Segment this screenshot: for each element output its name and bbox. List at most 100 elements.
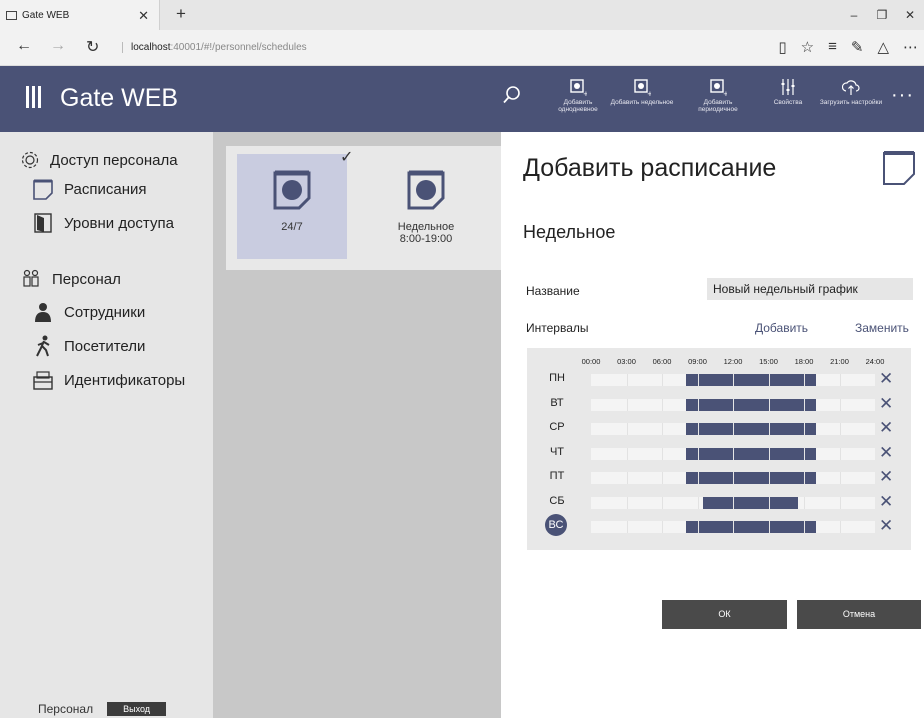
sidebar-item-identifiers[interactable]: Идентификаторы [32,369,185,391]
day-label[interactable]: ВТ [545,397,569,409]
day-timeline[interactable] [591,496,875,509]
interval-divider [804,472,805,484]
interval-bar[interactable] [685,398,816,411]
url-host: localhost [131,42,171,53]
interval-bar[interactable] [685,447,816,460]
remove-interval-icon[interactable]: ✕ [879,468,893,485]
schedule-card-weekly[interactable]: Недельное 8:00-19:00 [371,154,481,259]
window-close-icon[interactable]: ✕ [896,0,924,30]
day-label[interactable]: СБ [545,495,569,507]
url-field[interactable]: localhost:40001/#!/personnel/schedules [122,42,307,53]
search-icon[interactable] [503,86,521,104]
sidebar-item-schedules[interactable]: Расписания [32,178,146,200]
remove-interval-icon[interactable]: ✕ [879,493,893,510]
interval-divider [697,398,699,411]
tab-close-icon[interactable]: ✕ [138,8,149,24]
sidebar-section-access[interactable]: Доступ персонала [20,150,178,170]
day-label[interactable]: ВС [545,514,567,536]
schedule-card-name: 24/7 [281,221,303,233]
sidebar-item-access-levels[interactable]: Уровни доступа [32,212,174,234]
remove-interval-icon[interactable]: ✕ [879,395,893,412]
tab-page-icon [6,10,17,20]
schedule-row: ПН ✕ [527,370,911,388]
schedule-calendar-icon [407,170,445,210]
minimize-icon[interactable]: – [840,0,868,30]
load-settings-button[interactable]: Загрузить настройки [819,78,883,106]
refresh-icon[interactable]: ↻ [86,37,99,57]
interval-bar[interactable] [685,472,816,484]
interval-bar[interactable] [685,374,816,386]
reading-view-icon[interactable]: ▯ [778,38,786,56]
exit-button[interactable]: Выход [107,702,167,716]
back-icon[interactable]: ← [16,37,32,55]
schedule-row: ВС ✕ [527,514,911,536]
properties-button[interactable]: Свойства [756,78,820,106]
app-header: Gate WEB + Добавить однодневное + Добави… [0,66,924,132]
day-timeline[interactable] [591,423,875,435]
interval-divider [697,374,699,386]
web-note-icon[interactable]: ✎ [851,38,864,56]
day-label[interactable]: ПН [545,372,569,384]
add-periodic-button[interactable]: + Добавить периодичное [686,78,750,113]
remove-interval-icon[interactable]: ✕ [879,370,893,387]
cancel-button[interactable]: Отмена [797,600,921,629]
add-periodic-label: Добавить периодичное [698,99,738,113]
url-path: :40001/#!/personnel/schedules [170,42,307,53]
interval-divider [697,521,699,533]
svg-text:+: + [583,90,587,96]
name-input[interactable] [707,278,913,300]
forward-icon[interactable]: → [50,37,66,55]
name-label: Название [526,284,580,298]
menu-icon[interactable] [26,86,41,108]
gear-icon [21,151,39,169]
properties-label: Свойства [773,99,803,106]
interval-divider [768,472,770,484]
timeline-gridline [626,374,628,386]
timeline-gridline [626,398,628,411]
timeline-gridline [839,521,841,533]
day-label[interactable]: ПТ [545,470,569,482]
more-icon[interactable]: ··· [891,84,914,107]
sidebar-item-visitors[interactable]: Посетители [32,335,145,357]
timeline-gridline [662,374,663,386]
timeline-gridline [626,496,628,509]
hour-tick-label: 12:00 [723,357,743,366]
timeline-gridline [626,447,628,460]
schedule-type: Недельное [523,222,616,242]
ok-button[interactable]: ОК [662,600,787,629]
add-weekly-button[interactable]: + Добавить недельное [610,78,674,106]
remove-interval-icon[interactable]: ✕ [879,419,893,436]
day-timeline[interactable] [591,521,875,533]
browser-tab[interactable]: Gate WEB ✕ [0,0,160,30]
svg-text:+: + [723,90,727,96]
remove-interval-icon[interactable]: ✕ [879,444,893,461]
day-timeline[interactable] [591,472,875,484]
replace-interval-link[interactable]: Заменить [855,321,909,335]
more-browser-icon[interactable]: ⋯ [903,38,918,56]
day-timeline[interactable] [591,398,875,411]
sidebar-section-personnel[interactable]: Персонал [20,268,121,290]
sidebar-item-employees[interactable]: Сотрудники [32,301,145,323]
remove-interval-icon[interactable]: ✕ [879,517,893,534]
schedule-calendar-icon [273,170,311,210]
timeline-gridline [839,374,841,386]
add-daily-button[interactable]: + Добавить однодневное [546,78,610,113]
day-label[interactable]: ЧТ [545,446,569,458]
new-tab-icon[interactable]: + [176,4,186,24]
interval-bar[interactable] [703,496,799,509]
hour-tick-label: 03:00 [617,357,636,366]
day-label[interactable]: СР [545,421,569,433]
timeline-gridline [626,521,628,533]
hour-tick-label: 18:00 [794,357,814,366]
interval-bar[interactable] [685,423,816,435]
hub-icon[interactable]: ≡ [828,38,837,56]
schedule-card-24-7[interactable]: 24/7 [237,154,347,259]
interval-bar[interactable] [685,521,816,533]
day-timeline[interactable] [591,374,875,386]
favorite-star-icon[interactable]: ☆ [801,38,814,56]
add-interval-link[interactable]: Добавить [755,321,808,335]
restore-icon[interactable]: ❐ [868,0,896,30]
timeline-gridline [839,472,841,484]
day-timeline[interactable] [591,447,875,460]
share-icon[interactable]: △ [877,38,889,56]
